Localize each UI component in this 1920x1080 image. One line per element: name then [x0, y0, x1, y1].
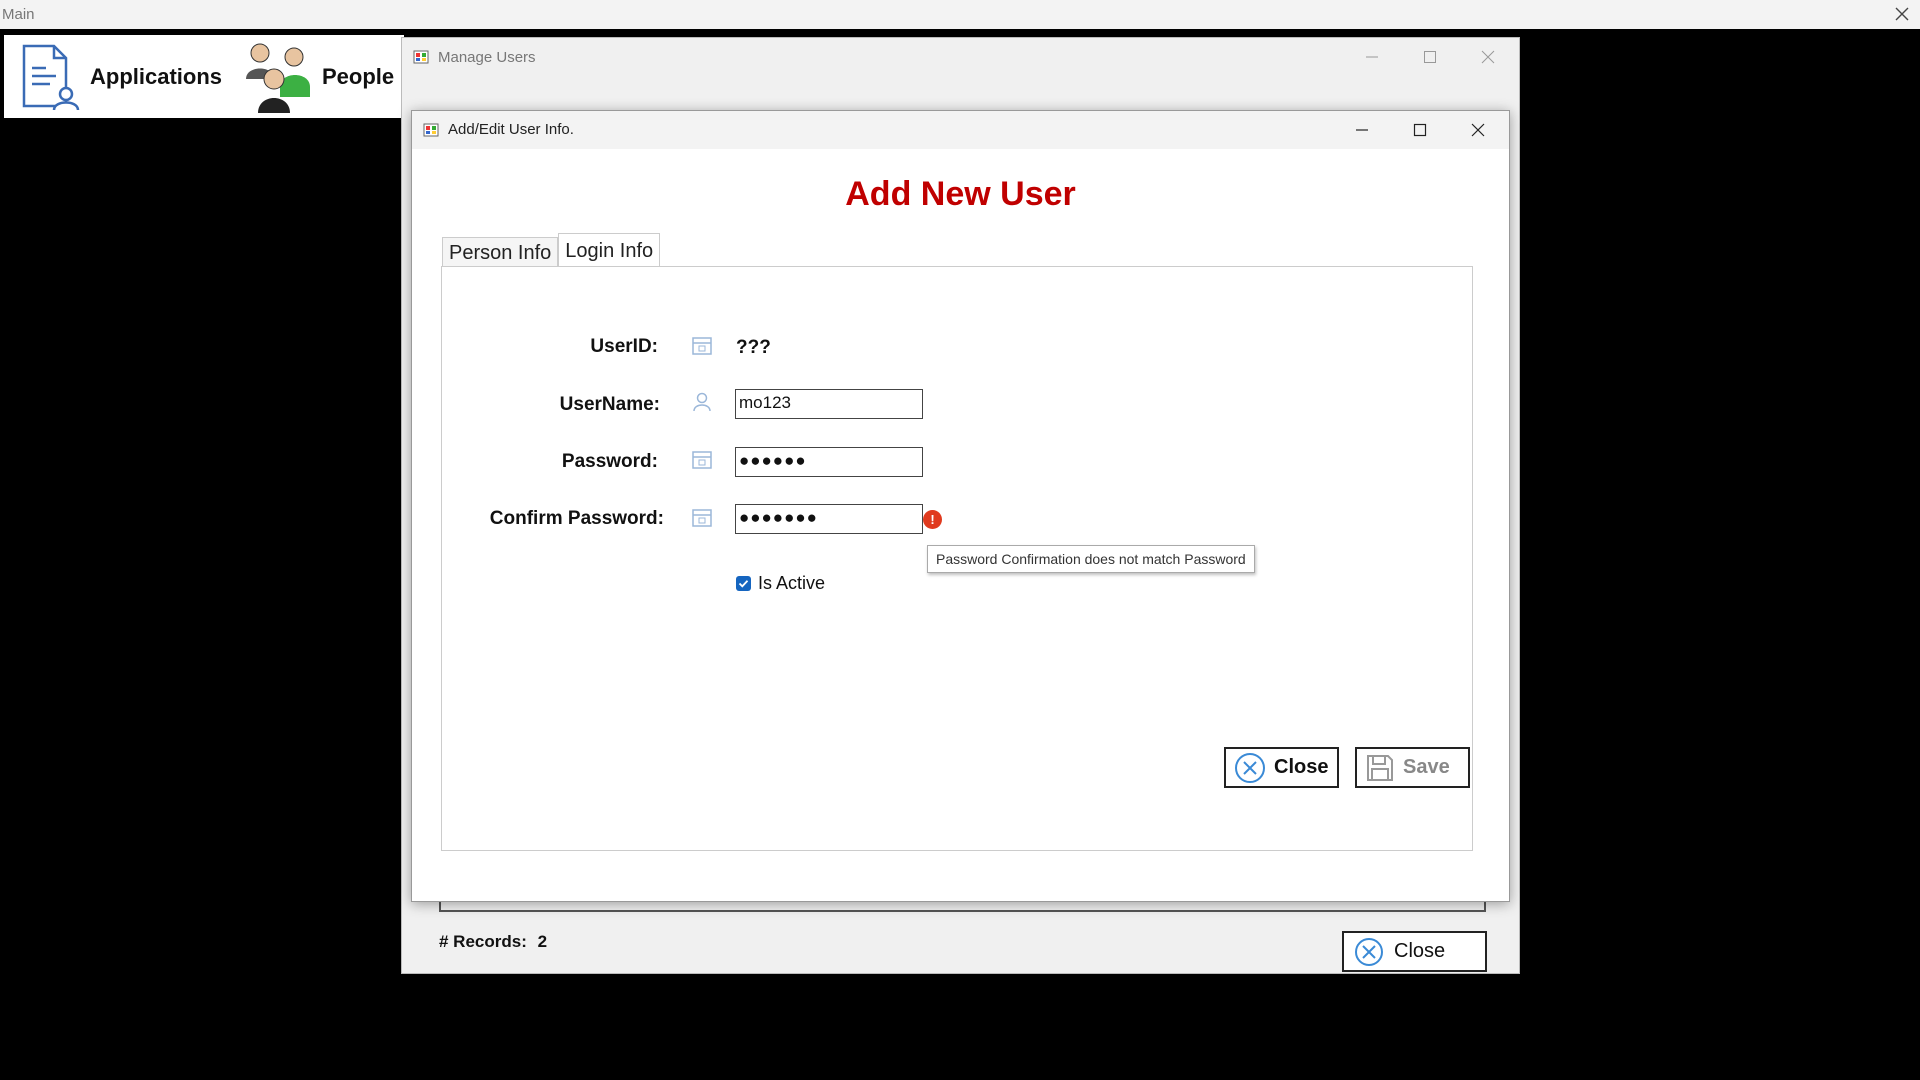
minimize-icon: [1366, 56, 1378, 58]
people-button[interactable]: People: [242, 35, 394, 118]
close-icon: [1481, 50, 1495, 64]
is-active-checkbox[interactable]: [736, 576, 751, 591]
manage-users-title-bar: Manage Users: [402, 38, 1519, 76]
records-label: # Records:: [439, 932, 527, 951]
close-circle-icon: [1355, 937, 1383, 966]
error-icon: !: [923, 510, 942, 529]
close-circle-icon: [1235, 752, 1265, 783]
applications-label: Applications: [90, 63, 223, 89]
app-window-icon: [413, 50, 429, 64]
password-input[interactable]: ●●●●●●: [735, 447, 923, 477]
applications-icon: [22, 44, 80, 110]
tab-login-info[interactable]: Login Info: [558, 233, 661, 269]
userid-value: ???: [736, 337, 771, 358]
is-active-label: Is Active: [758, 573, 826, 593]
close-icon: [1471, 123, 1485, 137]
records-count: # Records: 2: [439, 932, 547, 952]
save-button[interactable]: Save: [1355, 747, 1470, 788]
save-label: Save: [1403, 756, 1450, 778]
manage-users-close-button[interactable]: Close: [1342, 931, 1487, 972]
minimize-icon: [1356, 129, 1368, 131]
close-window-button[interactable]: [1459, 38, 1517, 76]
people-icon: [246, 43, 310, 113]
dialog-minimize-button[interactable]: [1333, 111, 1391, 149]
username-label: UserName:: [559, 394, 660, 415]
main-close-icon[interactable]: [1890, 2, 1914, 26]
userid-label: UserID:: [590, 336, 658, 357]
main-title-bar: Main: [0, 0, 1920, 29]
maximize-button[interactable]: [1401, 38, 1459, 76]
id-card-icon: [692, 337, 712, 355]
maximize-icon: [1424, 51, 1436, 63]
password-label: Password:: [561, 451, 658, 472]
password-icon: [692, 509, 712, 527]
tab-strip: Person Info Login Info: [442, 233, 661, 269]
dialog-heading: Add New User: [845, 175, 1076, 213]
save-icon: [1367, 754, 1393, 781]
applications-button[interactable]: Applications: [16, 35, 222, 118]
app-window-icon: [423, 123, 439, 137]
main-window-title: Main: [2, 6, 35, 23]
tab-person-info[interactable]: Person Info: [442, 237, 559, 269]
dialog-title-bar: Add/Edit User Info.: [412, 111, 1509, 149]
dialog-title: Add/Edit User Info.: [448, 121, 574, 138]
main-toolbar: Applications People: [4, 35, 404, 118]
dialog-close-label: Close: [1274, 756, 1329, 778]
checkmark-icon: [738, 580, 749, 588]
confirm-password-label: Confirm Password:: [489, 508, 664, 529]
records-value: 2: [537, 932, 548, 951]
dialog-close-window-button[interactable]: [1449, 111, 1507, 149]
maximize-icon: [1413, 123, 1427, 137]
confirm-password-input[interactable]: ●●●●●●●: [735, 504, 923, 534]
manage-users-title: Manage Users: [438, 49, 536, 66]
manage-users-close-label: Close: [1394, 940, 1446, 962]
people-label: People: [322, 63, 395, 89]
password-icon: [692, 451, 712, 469]
dialog-close-button[interactable]: Close: [1224, 747, 1339, 788]
minimize-button[interactable]: [1343, 38, 1401, 76]
user-icon: [693, 392, 711, 412]
dialog-maximize-button[interactable]: [1391, 111, 1449, 149]
username-input[interactable]: mo123: [735, 389, 923, 419]
add-edit-user-dialog: Add/Edit User Info. Add New User Person …: [411, 110, 1510, 902]
error-tooltip: Password Confirmation does not match Pas…: [927, 545, 1255, 573]
